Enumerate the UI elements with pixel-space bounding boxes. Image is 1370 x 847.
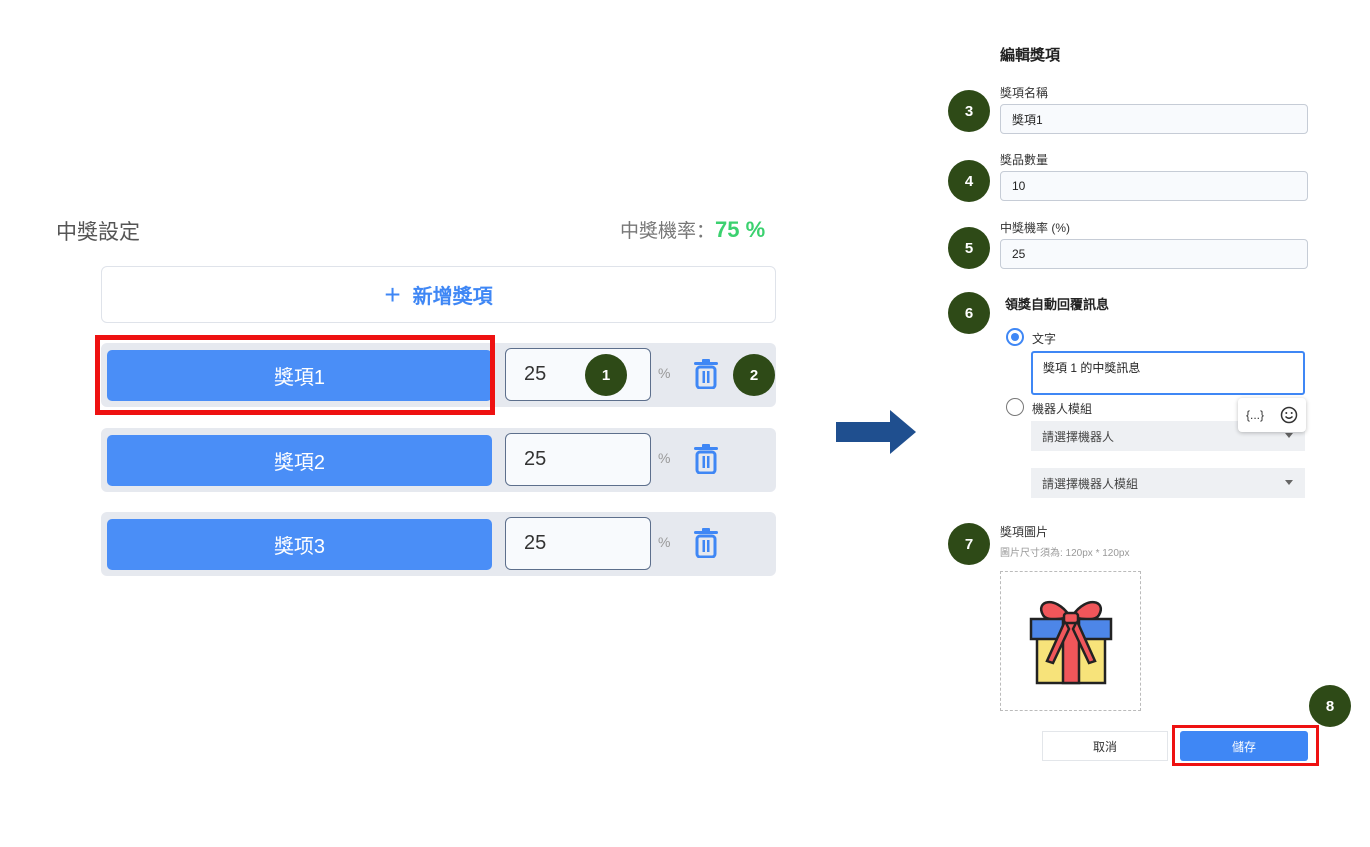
prize-image-hint: 圖片尺寸須為: 120px * 120px (1000, 548, 1130, 559)
step-badge-6: 6 (948, 292, 990, 334)
step-badge-8: 8 (1309, 685, 1351, 727)
prize-settings-title: 中獎設定 (56, 221, 140, 244)
radio-text-option[interactable] (1006, 328, 1024, 346)
percent-unit: % (658, 365, 671, 381)
bot-select-value: 請選擇機器人 (1042, 429, 1115, 444)
prize-button-2[interactable]: 獎項2 (107, 435, 492, 486)
variable-insert-button[interactable]: {...} (1246, 408, 1264, 422)
add-prize-label: 新增獎項 (412, 286, 493, 308)
prize-rate-input-1[interactable] (505, 348, 651, 401)
reply-message-input[interactable]: 獎項 1 的中獎訊息 (1031, 351, 1305, 395)
prize-rate-label: 中獎機率 (%) (1000, 221, 1070, 235)
prize-rate-input[interactable] (1000, 239, 1308, 269)
prize-name-label: 獎項名稱 (1000, 86, 1049, 100)
total-rate-value: 75 % (715, 217, 766, 242)
bot-module-select-value: 請選擇機器人模組 (1042, 476, 1139, 491)
edit-prize-title: 編輯獎項 (1000, 47, 1061, 64)
radio-text-label: 文字 (1032, 332, 1057, 346)
radio-bot-option[interactable] (1006, 398, 1024, 416)
plus-icon: + (384, 278, 401, 310)
percent-unit: % (658, 450, 671, 466)
total-rate-label: 中獎機率： (620, 221, 716, 242)
chevron-down-icon (1285, 433, 1293, 438)
emoji-icon[interactable] (1280, 406, 1298, 424)
prize-row-2: 獎項2 % (101, 428, 776, 492)
step-badge-1: 1 (585, 354, 627, 396)
step-badge-2: 2 (733, 354, 775, 396)
prize-rate-input-2[interactable] (505, 433, 651, 486)
step-badge-4: 4 (948, 160, 990, 202)
highlight-frame-save (1172, 725, 1319, 766)
message-toolbar: {...} (1238, 398, 1306, 432)
total-rate: 中獎機率：75 % (620, 216, 765, 243)
percent-unit: % (658, 534, 671, 550)
trash-icon[interactable] (693, 359, 719, 389)
prize-button-3[interactable]: 獎项3 (107, 519, 492, 570)
step-badge-3: 3 (948, 90, 990, 132)
add-prize-button[interactable]: + 新增獎項 (101, 266, 776, 323)
trash-icon[interactable] (693, 444, 719, 474)
highlight-frame-prize-1 (95, 335, 495, 415)
cancel-button[interactable]: 取消 (1042, 731, 1168, 761)
prize-qty-label: 獎品數量 (1000, 153, 1049, 167)
prize-image-upload[interactable] (1000, 571, 1141, 711)
trash-icon[interactable] (693, 528, 719, 558)
prize-row-3: 獎项3 % (101, 512, 776, 576)
step-badge-5: 5 (948, 227, 990, 269)
auto-reply-title: 領獎自動回覆訊息 (1005, 297, 1110, 312)
prize-qty-input[interactable] (1000, 171, 1308, 201)
prize-rate-input-3[interactable] (505, 517, 651, 570)
prize-name-input[interactable] (1000, 104, 1308, 134)
arrow-right-icon (836, 410, 916, 454)
radio-bot-label: 機器人模組 (1032, 402, 1093, 416)
gift-icon (1029, 601, 1113, 685)
bot-module-select[interactable]: 請選擇機器人模組 (1031, 468, 1305, 498)
prize-image-label: 獎項圖片 (1000, 525, 1049, 539)
step-badge-7: 7 (948, 523, 990, 565)
chevron-down-icon (1285, 480, 1293, 485)
